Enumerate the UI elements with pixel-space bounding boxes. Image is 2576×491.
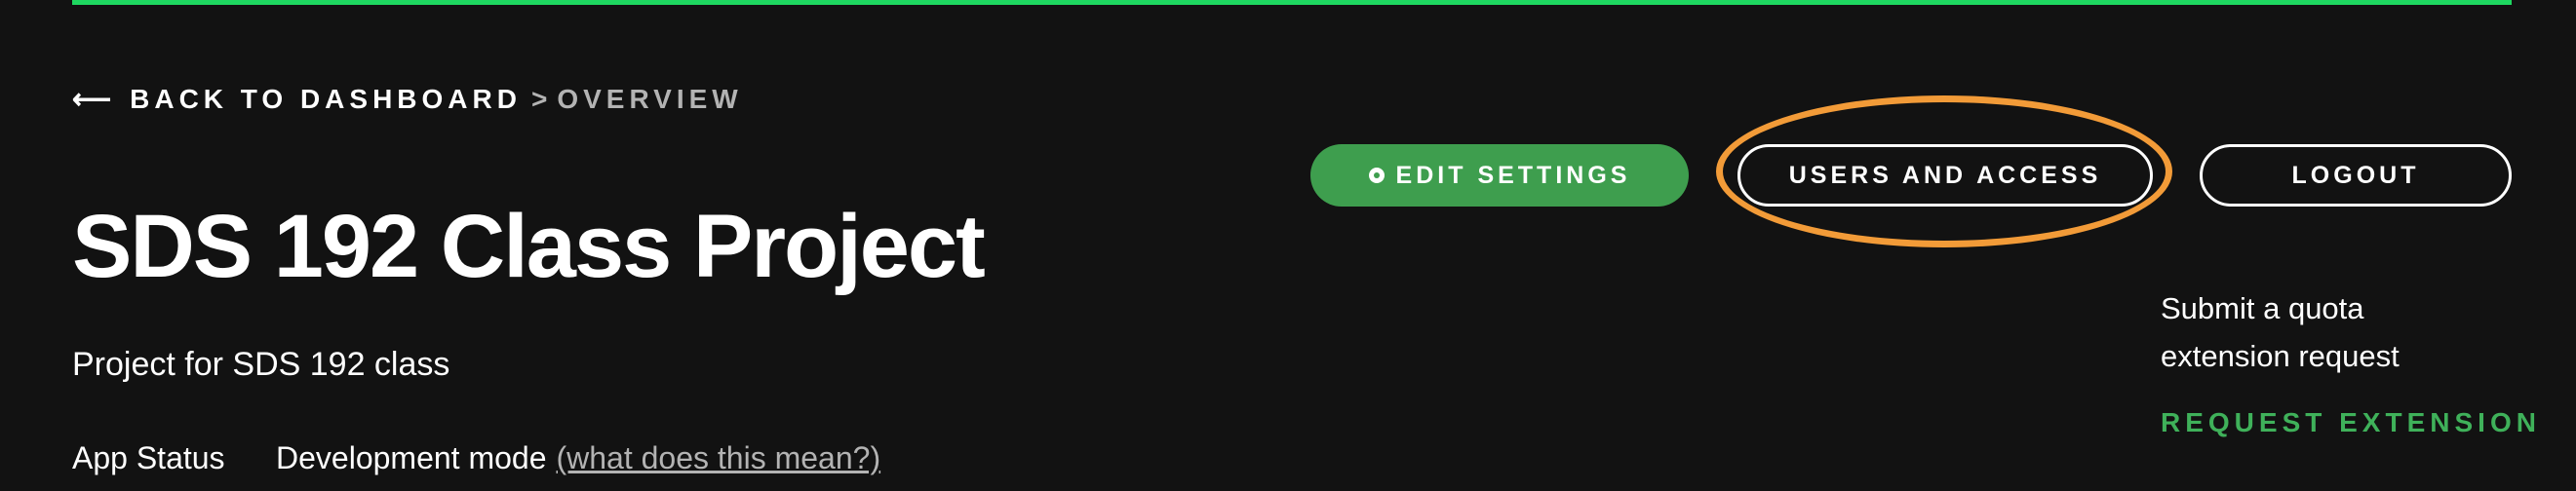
breadcrumb-current: OVERVIEW xyxy=(557,84,743,114)
quota-extension-text: Submit a quota extension request xyxy=(2161,291,2400,373)
gear-icon xyxy=(1368,168,1385,183)
edit-settings-button[interactable]: EDIT SETTINGS xyxy=(1310,144,1689,207)
page-title: SDS 192 Class Project xyxy=(72,197,986,296)
logout-label: LOGOUT xyxy=(2291,161,2420,189)
back-to-dashboard-label: BACK TO DASHBOARD xyxy=(130,84,522,114)
breadcrumb: ⟵ BACK TO DASHBOARD > OVERVIEW xyxy=(72,80,743,119)
what-does-this-mean-link[interactable]: (what does this mean?) xyxy=(556,436,880,479)
users-and-access-button[interactable]: USERS AND ACCESS xyxy=(1737,144,2153,207)
app-status-row: App Status Development mode (what does t… xyxy=(72,436,880,479)
app-status-label: App Status xyxy=(72,440,225,475)
top-accent-bar xyxy=(72,0,2512,5)
app-status-value: Development mode xyxy=(276,440,547,475)
request-extension-link[interactable]: REQUEST EXTENSION xyxy=(2161,407,2541,438)
breadcrumb-separator: > xyxy=(530,84,548,114)
users-and-access-label: USERS AND ACCESS xyxy=(1788,161,2102,189)
logout-button[interactable]: LOGOUT xyxy=(2200,144,2512,207)
edit-settings-label: EDIT SETTINGS xyxy=(1395,161,1631,189)
back-to-dashboard-link[interactable]: ⟵ BACK TO DASHBOARD xyxy=(72,84,522,116)
project-description: Project for SDS 192 class xyxy=(72,346,450,383)
arrow-left-icon: ⟵ xyxy=(72,83,117,114)
